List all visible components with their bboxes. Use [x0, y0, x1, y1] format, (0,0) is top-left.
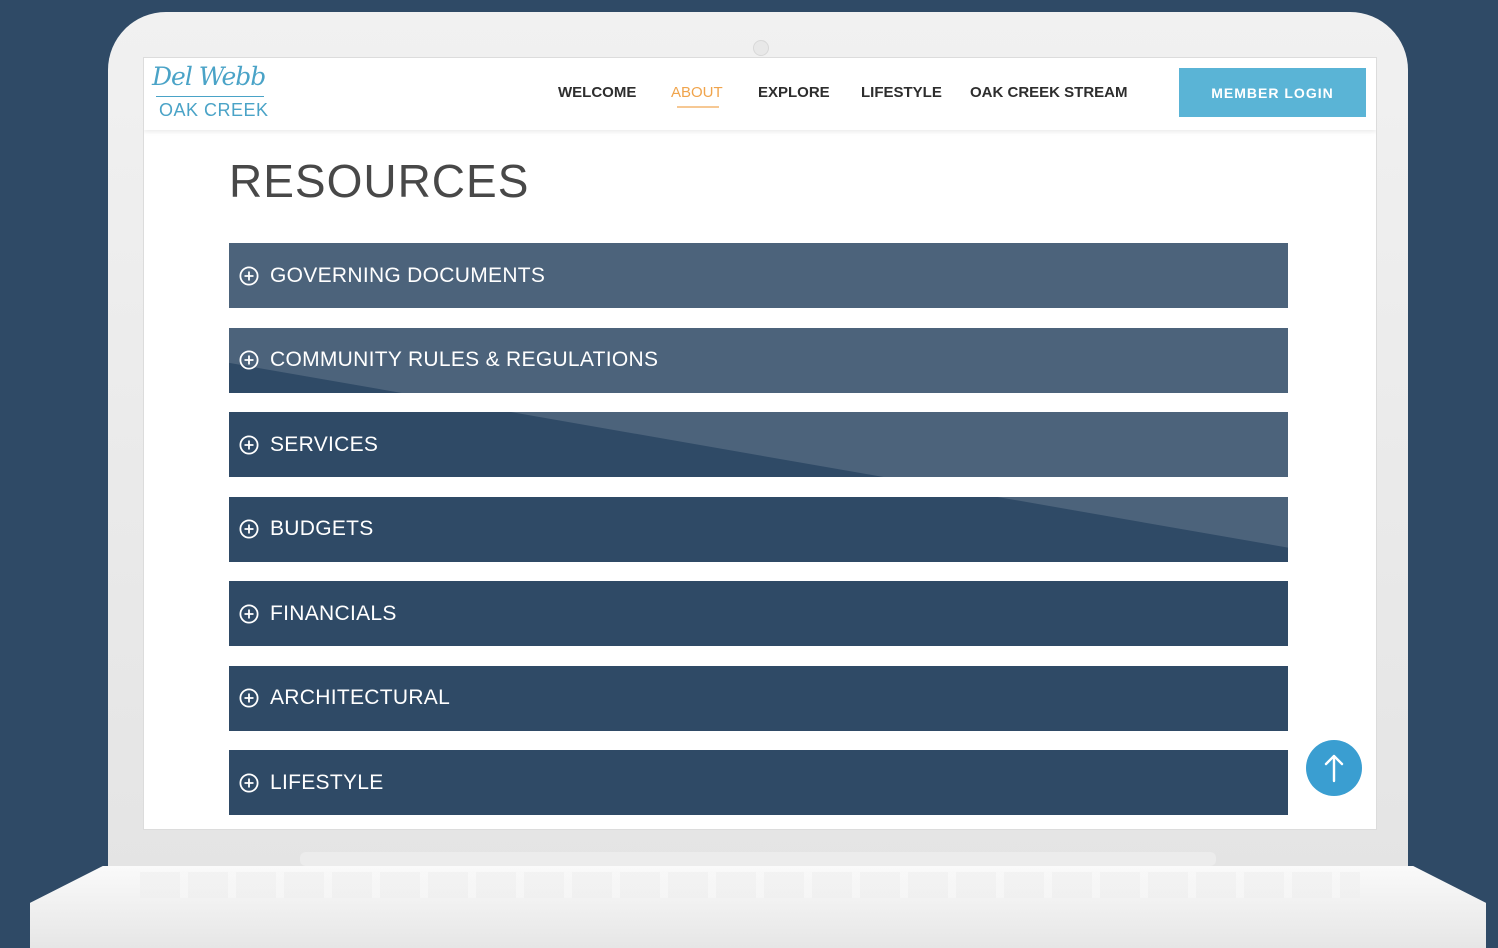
accordion-architectural[interactable]: ARCHITECTURAL — [229, 665, 1288, 731]
plus-circle-icon — [239, 772, 259, 793]
accordion-services[interactable]: SERVICES — [229, 412, 1288, 477]
logo-script: Del Webb — [152, 62, 266, 91]
nav-explore[interactable]: EXPLORE — [758, 84, 830, 101]
accordion-label: GOVERNING DOCUMENTS — [270, 263, 546, 287]
browser-screen: Del Webb OAK CREEK WELCOME ABOUT EXPLORE… — [143, 57, 1377, 830]
nav-lifestyle[interactable]: LIFESTYLE — [861, 84, 942, 101]
plus-circle-icon — [239, 265, 259, 286]
accordion-lifestyle[interactable]: LIFESTYLE — [229, 750, 1288, 815]
active-nav-underline — [677, 106, 719, 108]
scroll-to-top-button[interactable] — [1306, 740, 1362, 796]
accordion-governing-documents[interactable]: GOVERNING DOCUMENTS — [229, 243, 1288, 308]
camera — [753, 40, 769, 56]
arrow-up-icon — [1324, 754, 1344, 783]
accordion-budgets[interactable]: BUDGETS — [229, 496, 1288, 562]
logo-divider — [156, 96, 264, 97]
accordion-community-rules[interactable]: COMMUNITY RULES & REGULATIONS — [229, 327, 1288, 393]
nav-welcome[interactable]: WELCOME — [558, 84, 636, 101]
plus-circle-icon — [239, 519, 259, 539]
site-header: Del Webb OAK CREEK WELCOME ABOUT EXPLORE… — [144, 58, 1376, 130]
accordion-label: BUDGETS — [270, 517, 374, 540]
accordion-financials[interactable]: FINANCIALS — [229, 581, 1288, 646]
accordion-label: SERVICES — [270, 432, 379, 456]
accordion-label: COMMUNITY RULES & REGULATIONS — [270, 348, 659, 371]
accordion-label: LIFESTYLE — [270, 770, 384, 794]
accordion-label: FINANCIALS — [270, 601, 397, 625]
member-login-button[interactable]: MEMBER LOGIN — [1179, 68, 1366, 117]
logo-name: OAK CREEK — [159, 100, 269, 120]
nav-oak-creek-stream[interactable]: OAK CREEK STREAM — [970, 84, 1128, 101]
resources-accordion: GOVERNING DOCUMENTS COMMUNITY RULES & RE… — [229, 243, 1288, 829]
plus-circle-icon — [239, 603, 259, 624]
plus-circle-icon — [239, 350, 259, 370]
nav-about[interactable]: ABOUT — [671, 84, 723, 101]
laptop-hinge — [300, 852, 1216, 866]
plus-circle-icon — [239, 434, 259, 455]
plus-circle-icon — [239, 688, 259, 708]
page-title: RESOURCES — [229, 155, 530, 207]
keyboard — [140, 872, 1360, 898]
accordion-label: ARCHITECTURAL — [270, 686, 451, 709]
